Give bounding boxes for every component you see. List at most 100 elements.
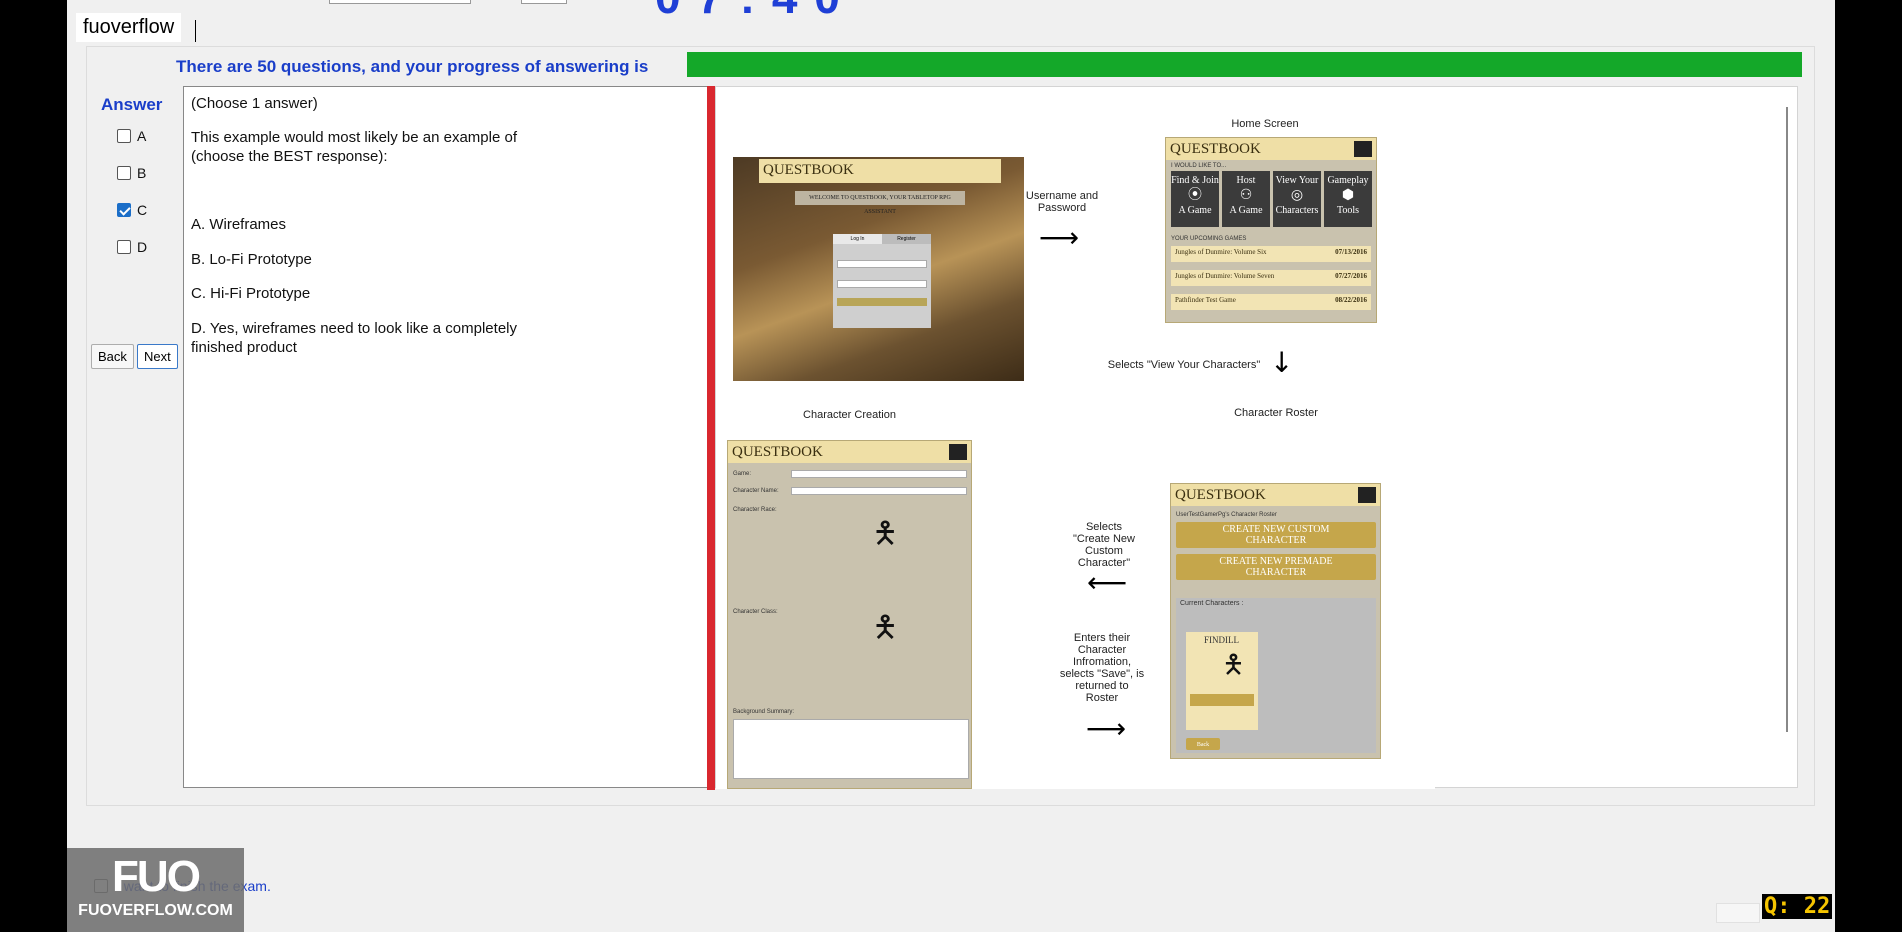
option-d-label: D — [137, 239, 148, 255]
group-icon: ⚇ — [1239, 188, 1253, 203]
login-header: QUESTBOOK — [759, 159, 1001, 183]
race-figure-icon: 🯅 — [872, 517, 899, 550]
game-name: Pathfinder Test Game — [1175, 296, 1236, 304]
home-tile-3[interactable]: View Your ◎ Characters — [1273, 171, 1321, 227]
character-creation-label: Character Creation — [803, 409, 896, 421]
game-date: 07/27/2016 — [1335, 272, 1367, 280]
option-c[interactable]: C — [117, 202, 147, 218]
option-b-checkbox[interactable] — [117, 166, 131, 180]
option-c-checkbox[interactable] — [117, 203, 131, 217]
selects-create-label: Selects "Create New Custom Character" — [1068, 521, 1140, 569]
i-would-like-label: I WOULD LIKE TO... — [1171, 163, 1227, 169]
question-image: QUESTBOOK WELCOME TO QUESTBOOK, YOUR TAB… — [716, 87, 1435, 789]
back-button[interactable]: Back — [91, 344, 134, 369]
character-dropdown[interactable] — [1190, 694, 1254, 706]
enters-line2: Character — [1077, 644, 1127, 656]
game-date: 07/13/2016 — [1335, 248, 1367, 256]
create-custom-button[interactable]: CREATE NEW CUSTOM CHARACTER — [1176, 522, 1376, 548]
char-race-label: Character Race: — [733, 507, 777, 513]
question-number-box[interactable] — [1716, 903, 1760, 923]
right-arrow-icon-2: ⟶ — [1086, 712, 1127, 745]
roster-title: UserTestGamerPg's Character Roster — [1176, 512, 1277, 518]
character-name: FINDILL — [1204, 635, 1239, 645]
option-d-checkbox[interactable] — [117, 240, 131, 254]
roster-back-button[interactable]: Back — [1186, 738, 1220, 750]
tile-label-top: Gameplay — [1327, 175, 1369, 186]
game-name: Jungles of Dunmire: Volume Six — [1175, 248, 1267, 256]
upcoming-label: YOUR UPCOMING GAMES — [1171, 236, 1247, 242]
character-card[interactable]: FINDILL 🯅 — [1186, 632, 1258, 730]
option-a[interactable]: A — [117, 128, 146, 144]
selects-create-line1: Selects — [1085, 521, 1123, 533]
home-tile-1[interactable]: Find & Join ⦿ A Game — [1171, 171, 1219, 227]
choice-d-line1: D. Yes, wireframes need to look like a c… — [191, 320, 517, 337]
login-tab[interactable]: Log In — [833, 234, 882, 244]
question-panel: (Choose 1 answer) This example would mos… — [183, 86, 708, 788]
enters-line1: Enters their — [1073, 632, 1131, 644]
background-textarea[interactable] — [733, 719, 969, 779]
roster-menu-icon — [1358, 487, 1376, 503]
selects-create-line2: "Create New — [1073, 533, 1135, 545]
char-class-label: Character Class: — [733, 609, 778, 615]
text-caret — [195, 20, 196, 42]
creation-logo: QUESTBOOK — [728, 441, 971, 463]
option-a-label: A — [137, 128, 147, 144]
enters-line5: returned to — [1075, 680, 1129, 692]
home-tile-4[interactable]: Gameplay ⬢ Tools — [1324, 171, 1372, 227]
top-spinner-cut[interactable] — [521, 0, 567, 4]
image-panel: QUESTBOOK WELCOME TO QUESTBOOK, YOUR TAB… — [715, 86, 1798, 789]
progress-text: There are 50 questions, and your progres… — [176, 57, 649, 76]
game-row[interactable]: Pathfinder Test Game 08/22/2016 — [1171, 294, 1371, 310]
option-b-label: B — [137, 165, 147, 181]
question-instruction: (Choose 1 answer) — [191, 95, 318, 112]
option-a-checkbox[interactable] — [117, 129, 131, 143]
watermark-logo: FUO FUOVERFLOW.COM — [67, 848, 244, 932]
next-button[interactable]: Next — [137, 344, 178, 369]
menu-chevron-icon — [1354, 141, 1372, 157]
option-d[interactable]: D — [117, 239, 147, 255]
char-name-field[interactable] — [791, 487, 967, 495]
down-arrow-icon: ↓ — [1270, 346, 1294, 379]
login-button[interactable] — [837, 298, 927, 306]
game-row[interactable]: Jungles of Dunmire: Volume Seven 07/27/20… — [1171, 270, 1371, 286]
exam-window: 0 7 : 4 0 fuoverflow There are 50 questi… — [67, 0, 1835, 932]
character-roster-label: Character Roster — [1234, 407, 1318, 419]
exam-timer: 0 7 : 4 0 — [655, 0, 842, 20]
create-premade-button[interactable]: CREATE NEW PREMADE CHARACTER — [1176, 554, 1376, 580]
panel-divider[interactable] — [707, 86, 715, 790]
creation-menu-icon — [949, 444, 967, 460]
tile-label-bottom: A Game — [1229, 205, 1263, 216]
compass-icon: ⦿ — [1188, 188, 1202, 203]
home-screen-label: Home Screen — [1231, 118, 1299, 130]
game-label: Game: — [733, 471, 752, 477]
watermark-big: FUO — [112, 852, 201, 901]
choice-c: C. Hi-Fi Prototype — [191, 285, 311, 302]
welcome-banner: WELCOME TO QUESTBOOK, YOUR TABLETOP RPG … — [795, 191, 965, 215]
login-screen-image: QUESTBOOK WELCOME TO QUESTBOOK, YOUR TAB… — [733, 157, 1024, 381]
class-figure-icon: 🯅 — [872, 611, 899, 644]
top-toolbar-cut — [67, 0, 1835, 10]
vertical-scrollbar[interactable] — [1786, 107, 1788, 732]
right-arrow-icon: ⟶ — [1039, 221, 1080, 254]
register-tab[interactable]: Register — [882, 234, 931, 244]
background-label: Background Summary: — [733, 709, 795, 715]
answer-title: Answer — [101, 95, 163, 114]
tile-label-top: Host — [1236, 175, 1256, 186]
username-field[interactable] — [837, 260, 927, 268]
game-row[interactable]: Jungles of Dunmire: Volume Six 07/13/2016 — [1171, 246, 1371, 262]
enters-line6: Roster — [1085, 692, 1119, 704]
enters-line4: selects "Save", is — [1059, 668, 1145, 680]
password-field[interactable] — [837, 280, 927, 288]
choice-b: B. Lo-Fi Prototype — [191, 251, 312, 268]
tile-label-top: View Your — [1275, 175, 1319, 186]
question-counter: Q: 22 — [1762, 894, 1833, 919]
home-tile-2[interactable]: Host ⚇ A Game — [1222, 171, 1270, 227]
home-logo: QUESTBOOK — [1166, 138, 1376, 160]
left-arrow-icon: ⟵ — [1087, 566, 1128, 599]
dice-icon: ⬢ — [1341, 188, 1355, 203]
game-select[interactable] — [791, 470, 967, 478]
selects-create-line3: Custom — [1085, 545, 1123, 557]
option-b[interactable]: B — [117, 165, 146, 181]
brand-label: fuoverflow — [76, 13, 182, 42]
top-input-cut[interactable] — [329, 0, 471, 4]
